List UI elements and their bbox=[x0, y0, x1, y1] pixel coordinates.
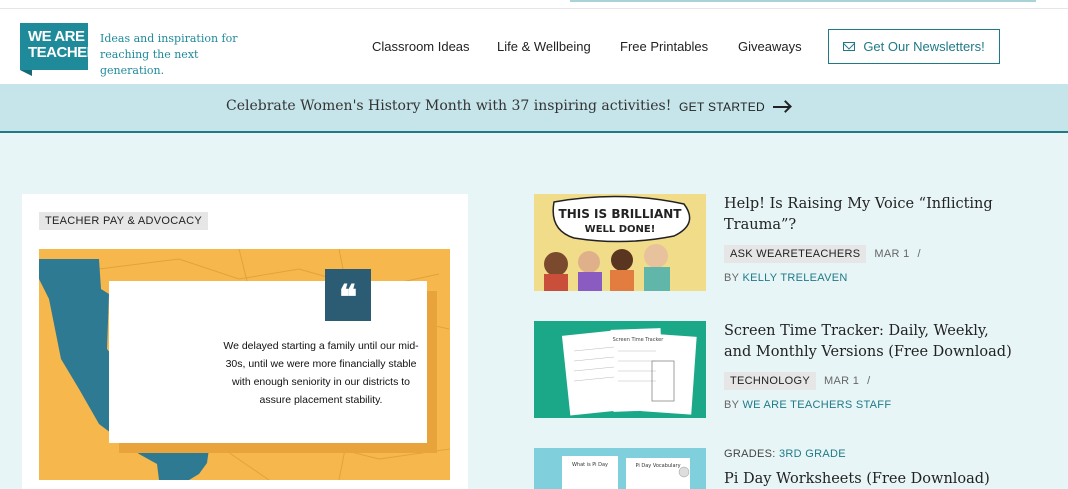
nav-free-printables[interactable]: Free Printables bbox=[620, 39, 708, 54]
worksheet-illustration: What is Pi Day Pi Day Vocabulary bbox=[534, 448, 706, 489]
article-title[interactable]: Pi Day Worksheets (Free Download) bbox=[724, 469, 1014, 489]
tagline-line1: Ideas and inspiration for bbox=[100, 32, 238, 45]
article-date: MAR 1 bbox=[874, 248, 910, 260]
banner-message: Celebrate Women's History Month with 37 … bbox=[226, 98, 672, 114]
arrow-right-icon bbox=[772, 106, 789, 108]
banner-cta-label: GET STARTED bbox=[679, 100, 765, 114]
logo-text-line1: WE ARE bbox=[28, 28, 85, 45]
nav-life-wellbeing[interactable]: Life & Wellbeing bbox=[497, 39, 591, 54]
comic-illustration: THIS IS BRILLIANT WELL DONE! bbox=[544, 195, 691, 291]
article-byline: BY WE ARE TEACHERS STAFF bbox=[724, 399, 891, 411]
nav-classroom-ideas[interactable]: Classroom Ideas bbox=[372, 39, 470, 54]
worksheet-title: Screen Time Tracker bbox=[613, 337, 665, 343]
quote-card: ❝ We delayed starting a family until our… bbox=[109, 269, 427, 443]
quote-text: We delayed starting a family until our m… bbox=[223, 340, 419, 406]
byline-prefix: BY bbox=[724, 272, 740, 284]
site-logo[interactable]: WE ARE TEACHERS bbox=[20, 23, 107, 76]
category-tag[interactable]: TECHNOLOGY bbox=[724, 372, 817, 390]
article-byline: BY KELLY TRELEAVEN bbox=[724, 272, 848, 284]
byline-prefix: BY bbox=[724, 399, 740, 411]
comic-text-1: THIS IS BRILLIANT bbox=[559, 207, 683, 221]
article-title[interactable]: Screen Time Tracker: Daily, Weekly, and … bbox=[724, 321, 1014, 363]
category-tag[interactable]: TEACHER PAY & ADVOCACY bbox=[39, 212, 208, 230]
category-tag[interactable]: ASK WEARETEACHERS bbox=[724, 245, 867, 263]
newsletter-label: Get Our Newsletters! bbox=[863, 39, 985, 54]
article-item: THIS IS BRILLIANT WELL DONE! Help! Is Ra… bbox=[534, 194, 1034, 294]
grade-link[interactable]: 3RD GRADE bbox=[779, 448, 846, 460]
article-title[interactable]: Help! Is Raising My Voice “Inflicting Tr… bbox=[724, 194, 1014, 236]
site-tagline: Ideas and inspiration for reaching the n… bbox=[100, 31, 260, 79]
article-item: What is Pi Day Pi Day Vocabulary GRADES:… bbox=[534, 448, 1034, 489]
featured-article-card[interactable]: TEACHER PAY & ADVOCACY ❝ We delayed star… bbox=[22, 194, 468, 489]
search-bar-edge[interactable] bbox=[570, 0, 1036, 2]
author-link[interactable]: KELLY TRELEAVEN bbox=[742, 272, 847, 284]
tagline-line2: reaching the next generation. bbox=[100, 48, 199, 77]
banner-cta-link[interactable]: GET STARTED bbox=[679, 100, 789, 114]
article-item: Screen Time Tracker Screen Time Tracker:… bbox=[534, 321, 1034, 421]
article-thumbnail[interactable]: Screen Time Tracker bbox=[534, 321, 706, 418]
worksheet-illustration: Screen Time Tracker bbox=[534, 321, 706, 418]
site-header: WE ARE TEACHERS Ideas and inspiration fo… bbox=[0, 9, 1068, 84]
promo-banner: Celebrate Women's History Month with 37 … bbox=[0, 84, 1068, 133]
nav-giveaways[interactable]: Giveaways bbox=[738, 39, 802, 54]
article-thumbnail[interactable]: What is Pi Day Pi Day Vocabulary bbox=[534, 448, 706, 489]
featured-image[interactable]: ❝ We delayed starting a family until our… bbox=[39, 249, 450, 480]
newsletter-button[interactable]: Get Our Newsletters! bbox=[828, 29, 1000, 64]
grades-label: GRADES: bbox=[724, 448, 776, 460]
mail-icon bbox=[843, 42, 856, 51]
worksheet-title-1: What is Pi Day bbox=[572, 462, 608, 468]
meta-separator: / bbox=[867, 375, 871, 387]
meta-separator: / bbox=[917, 248, 921, 260]
logo-text-line2: TEACHERS bbox=[28, 44, 107, 61]
article-thumbnail[interactable]: THIS IS BRILLIANT WELL DONE! bbox=[534, 194, 706, 291]
article-meta: TECHNOLOGY MAR 1 / bbox=[724, 372, 871, 390]
top-strip bbox=[0, 0, 1068, 9]
author-link[interactable]: WE ARE TEACHERS STAFF bbox=[742, 399, 891, 411]
article-meta: ASK WEARETEACHERS MAR 1 / bbox=[724, 245, 921, 263]
comic-text-2: WELL DONE! bbox=[585, 224, 656, 235]
quote-mark-icon: ❝ bbox=[325, 269, 371, 321]
article-grades: GRADES: 3RD GRADE bbox=[724, 448, 846, 460]
worksheet-title-2: Pi Day Vocabulary bbox=[635, 463, 680, 469]
article-date: MAR 1 bbox=[824, 375, 860, 387]
